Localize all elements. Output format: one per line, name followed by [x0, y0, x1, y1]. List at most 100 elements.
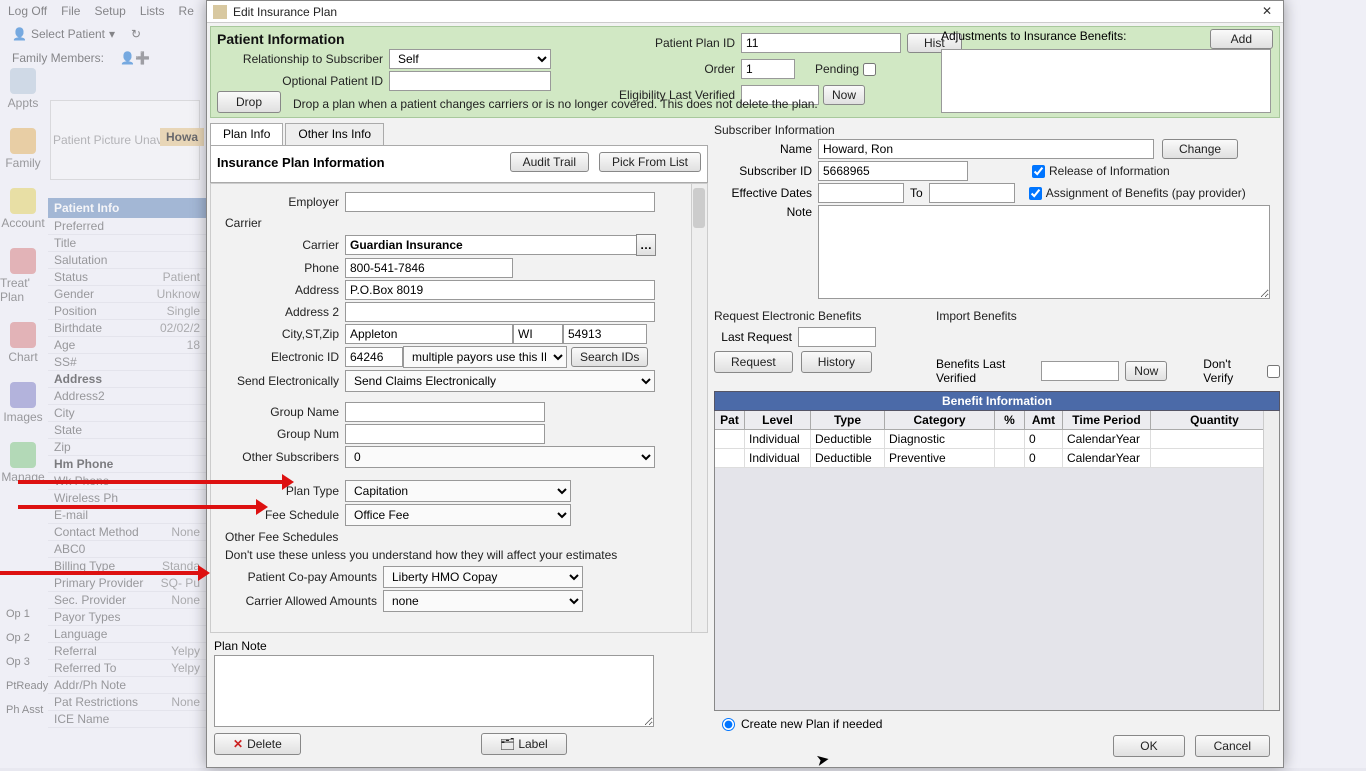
- close-icon[interactable]: ✕: [1257, 4, 1277, 20]
- col-level: Level: [745, 411, 811, 429]
- assignment-label: Assignment of Benefits (pay provider): [1046, 186, 1246, 200]
- tab-other-ins-info[interactable]: Other Ins Info: [285, 123, 384, 145]
- group-num-label: Group Num: [217, 427, 345, 441]
- search-ids-button[interactable]: Search IDs: [571, 347, 648, 367]
- dont-verify-checkbox[interactable]: [1267, 365, 1280, 378]
- bg-menu-item: Setup: [94, 4, 125, 18]
- address2-label: Address 2: [217, 305, 345, 319]
- relationship-select[interactable]: Self: [389, 49, 551, 69]
- col-type: Type: [811, 411, 885, 429]
- ok-button[interactable]: OK: [1113, 735, 1184, 757]
- add-button[interactable]: Add: [1210, 29, 1273, 49]
- employer-input[interactable]: [345, 192, 655, 212]
- history-button[interactable]: History: [801, 351, 872, 373]
- benefits-last-verified-input[interactable]: [1041, 361, 1119, 381]
- effective-from-input[interactable]: [818, 183, 904, 203]
- plan-type-select[interactable]: Capitation: [345, 480, 571, 502]
- benefit-header-row: Pat Level Type Category % Amt Time Perio…: [715, 411, 1279, 430]
- benefit-row[interactable]: IndividualDeductiblePreventive0CalendarY…: [715, 449, 1279, 468]
- bg-patient-row: Title: [48, 235, 206, 252]
- last-request-input[interactable]: [798, 327, 876, 347]
- family-icon: [10, 128, 36, 154]
- group-num-input[interactable]: [345, 424, 545, 444]
- change-button[interactable]: Change: [1162, 139, 1238, 159]
- drop-button[interactable]: Drop: [217, 91, 281, 113]
- edit-insurance-plan-dialog: Edit Insurance Plan ✕ Patient Informatio…: [206, 0, 1284, 768]
- subscriber-id-input[interactable]: [818, 161, 968, 181]
- carrier-group-label: Carrier: [217, 214, 697, 232]
- col-time-period: Time Period: [1063, 411, 1151, 429]
- address-label: Address: [217, 283, 345, 297]
- assignment-checkbox[interactable]: [1029, 187, 1042, 200]
- benefit-scrollbar[interactable]: [1263, 411, 1279, 710]
- plan-info-form: Employer Carrier Carrier… Phone Address …: [210, 183, 708, 633]
- bg-patient-row: Address2: [48, 388, 206, 405]
- subscriber-name-input[interactable]: [818, 139, 1154, 159]
- release-checkbox[interactable]: [1032, 165, 1045, 178]
- bg-patient-row: Address: [48, 371, 206, 388]
- sidebar-label: Family: [5, 156, 40, 170]
- pending-label: Pending: [815, 62, 859, 76]
- red-arrow-icon: [18, 505, 256, 509]
- zip-input[interactable]: [563, 324, 647, 344]
- send-electronically-label: Send Electronically: [217, 374, 345, 388]
- dialog-title: Edit Insurance Plan: [233, 5, 1257, 19]
- optional-patient-id-input[interactable]: [389, 71, 551, 91]
- bg-patient-row: PositionSingle: [48, 303, 206, 320]
- create-new-plan-radio[interactable]: [722, 718, 735, 731]
- scrollbar[interactable]: [691, 184, 707, 632]
- cancel-button[interactable]: Cancel: [1195, 735, 1270, 757]
- subscriber-note-textarea[interactable]: [818, 205, 1270, 299]
- sidebar-label: Treat' Plan: [0, 276, 46, 304]
- now-button[interactable]: Now: [823, 85, 865, 105]
- manage-icon: [10, 442, 36, 468]
- label-button[interactable]: 🗂 Label: [481, 733, 567, 755]
- electronic-id-select[interactable]: multiple payors use this ID: [403, 346, 567, 368]
- dialog-titlebar: Edit Insurance Plan ✕: [207, 1, 1283, 23]
- other-subscribers-select[interactable]: 0: [345, 446, 655, 468]
- address-input[interactable]: [345, 280, 655, 300]
- request-button[interactable]: Request: [714, 351, 793, 373]
- bg-patient-row: Referred ToYelpy: [48, 660, 206, 677]
- sidebar-label: Appts: [8, 96, 39, 110]
- sidebar-label: Chart: [8, 350, 37, 364]
- audit-trail-button[interactable]: Audit Trail: [510, 152, 589, 172]
- send-electronically-select[interactable]: Send Claims Electronically: [345, 370, 655, 392]
- bg-patient-name: Howa: [160, 128, 204, 146]
- import-benefits-title: Import Benefits: [936, 309, 1280, 323]
- account-icon: [10, 188, 36, 214]
- pending-checkbox[interactable]: [863, 63, 876, 76]
- pick-from-list-button[interactable]: Pick From List: [599, 152, 701, 172]
- plan-note-textarea[interactable]: [214, 655, 654, 727]
- city-input[interactable]: [345, 324, 513, 344]
- delete-button[interactable]: ✕Delete: [214, 733, 301, 755]
- carrier-browse-button[interactable]: …: [636, 234, 656, 256]
- benefit-row[interactable]: IndividualDeductibleDiagnostic0CalendarY…: [715, 430, 1279, 449]
- col-pat: Pat: [715, 411, 745, 429]
- bg-op: Op 1: [0, 606, 36, 622]
- state-input[interactable]: [513, 324, 563, 344]
- tab-plan-info[interactable]: Plan Info: [210, 123, 283, 145]
- plan-note-label: Plan Note: [210, 633, 708, 655]
- adjustments-listbox[interactable]: [941, 49, 1271, 113]
- phone-input[interactable]: [345, 258, 513, 278]
- electronic-id-input[interactable]: [345, 347, 403, 367]
- group-name-input[interactable]: [345, 402, 545, 422]
- subscriber-info-title: Subscriber Information: [714, 123, 1280, 137]
- tab-strip: Plan Info Other Ins Info: [210, 123, 708, 145]
- benefits-last-verified-label: Benefits Last Verified: [936, 357, 1035, 385]
- bg-patient-row: Primary ProviderSQ- Pu: [48, 575, 206, 592]
- carrier-input[interactable]: [345, 235, 637, 255]
- effective-to-input[interactable]: [929, 183, 1015, 203]
- allowed-select[interactable]: none: [383, 590, 583, 612]
- carrier-label: Carrier: [217, 238, 345, 252]
- fee-schedule-select[interactable]: Office Fee: [345, 504, 571, 526]
- patient-plan-id-input[interactable]: [741, 33, 901, 53]
- now-button-2[interactable]: Now: [1125, 361, 1167, 381]
- copay-select[interactable]: Liberty HMO Copay: [383, 566, 583, 588]
- order-input[interactable]: [741, 59, 795, 79]
- treatplan-icon: [10, 248, 36, 274]
- address2-input[interactable]: [345, 302, 655, 322]
- other-fee-note: Don't use these unless you understand ho…: [217, 546, 697, 564]
- bg-patient-row: Preferred: [48, 218, 206, 235]
